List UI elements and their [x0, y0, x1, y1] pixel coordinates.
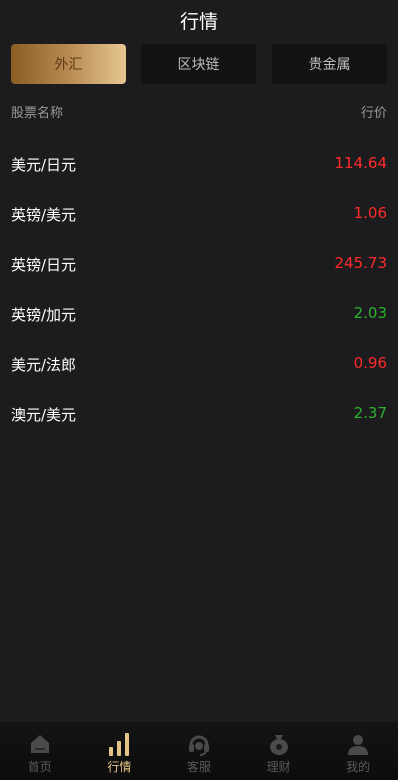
nav-wealth[interactable]: 理财: [239, 722, 319, 780]
headset-icon: [159, 730, 239, 756]
quote-price: 2.03: [353, 304, 387, 322]
nav-label: 行情: [107, 760, 132, 774]
quote-name: 美元/法郎: [11, 356, 77, 374]
quote-price: 114.64: [334, 154, 388, 172]
nav-label: 理财: [266, 760, 291, 774]
tab-blockchain[interactable]: 区块链: [141, 44, 256, 84]
header-bar: 行情: [0, 0, 398, 40]
user-icon: [318, 730, 398, 756]
bar-chart-icon: [80, 730, 160, 756]
nav-market[interactable]: 行情: [80, 722, 160, 780]
quote-row[interactable]: 英镑/加元 2.03: [11, 290, 387, 340]
quote-name: 英镑/日元: [11, 256, 77, 274]
nav-label: 客服: [186, 760, 211, 774]
page-title: 行情: [179, 11, 218, 33]
quote-name: 澳元/美元: [11, 406, 77, 424]
quote-row[interactable]: 美元/日元 114.64: [11, 140, 387, 190]
quote-name: 英镑/美元: [11, 206, 77, 224]
quote-row[interactable]: 英镑/美元 1.06: [11, 190, 387, 240]
nav-home[interactable]: 首页: [0, 722, 80, 780]
column-header: 股票名称 行价: [11, 100, 387, 121]
quote-row[interactable]: 澳元/美元 2.37: [11, 390, 387, 440]
quote-name: 英镑/加元: [11, 306, 77, 324]
quote-price: 2.37: [353, 404, 387, 422]
column-price-header: 行价: [360, 106, 387, 121]
quote-row[interactable]: 美元/法郎 0.96: [11, 340, 387, 390]
bottom-tab-bar: 首页 行情 客服 理财 我的: [0, 722, 398, 780]
category-tabs: 外汇 区块链 贵金属: [11, 44, 387, 84]
quote-list: 美元/日元 114.64 英镑/美元 1.06 英镑/日元 245.73 英镑/…: [11, 140, 387, 440]
quote-price: 245.73: [334, 254, 388, 272]
tab-forex[interactable]: 外汇: [11, 44, 126, 84]
tab-precious-metals[interactable]: 贵金属: [272, 44, 387, 84]
quote-name: 美元/日元: [11, 156, 77, 174]
nav-customer-service[interactable]: 客服: [159, 722, 239, 780]
quote-price: 1.06: [353, 204, 387, 222]
nav-label: 我的: [346, 760, 371, 774]
quote-price: 0.96: [353, 354, 387, 372]
nav-label: 首页: [27, 760, 52, 774]
nav-profile[interactable]: 我的: [318, 722, 398, 780]
money-bag-icon: [239, 730, 319, 756]
home-icon: [0, 730, 80, 756]
column-name-header: 股票名称: [11, 106, 64, 121]
quote-row[interactable]: 英镑/日元 245.73: [11, 240, 387, 290]
